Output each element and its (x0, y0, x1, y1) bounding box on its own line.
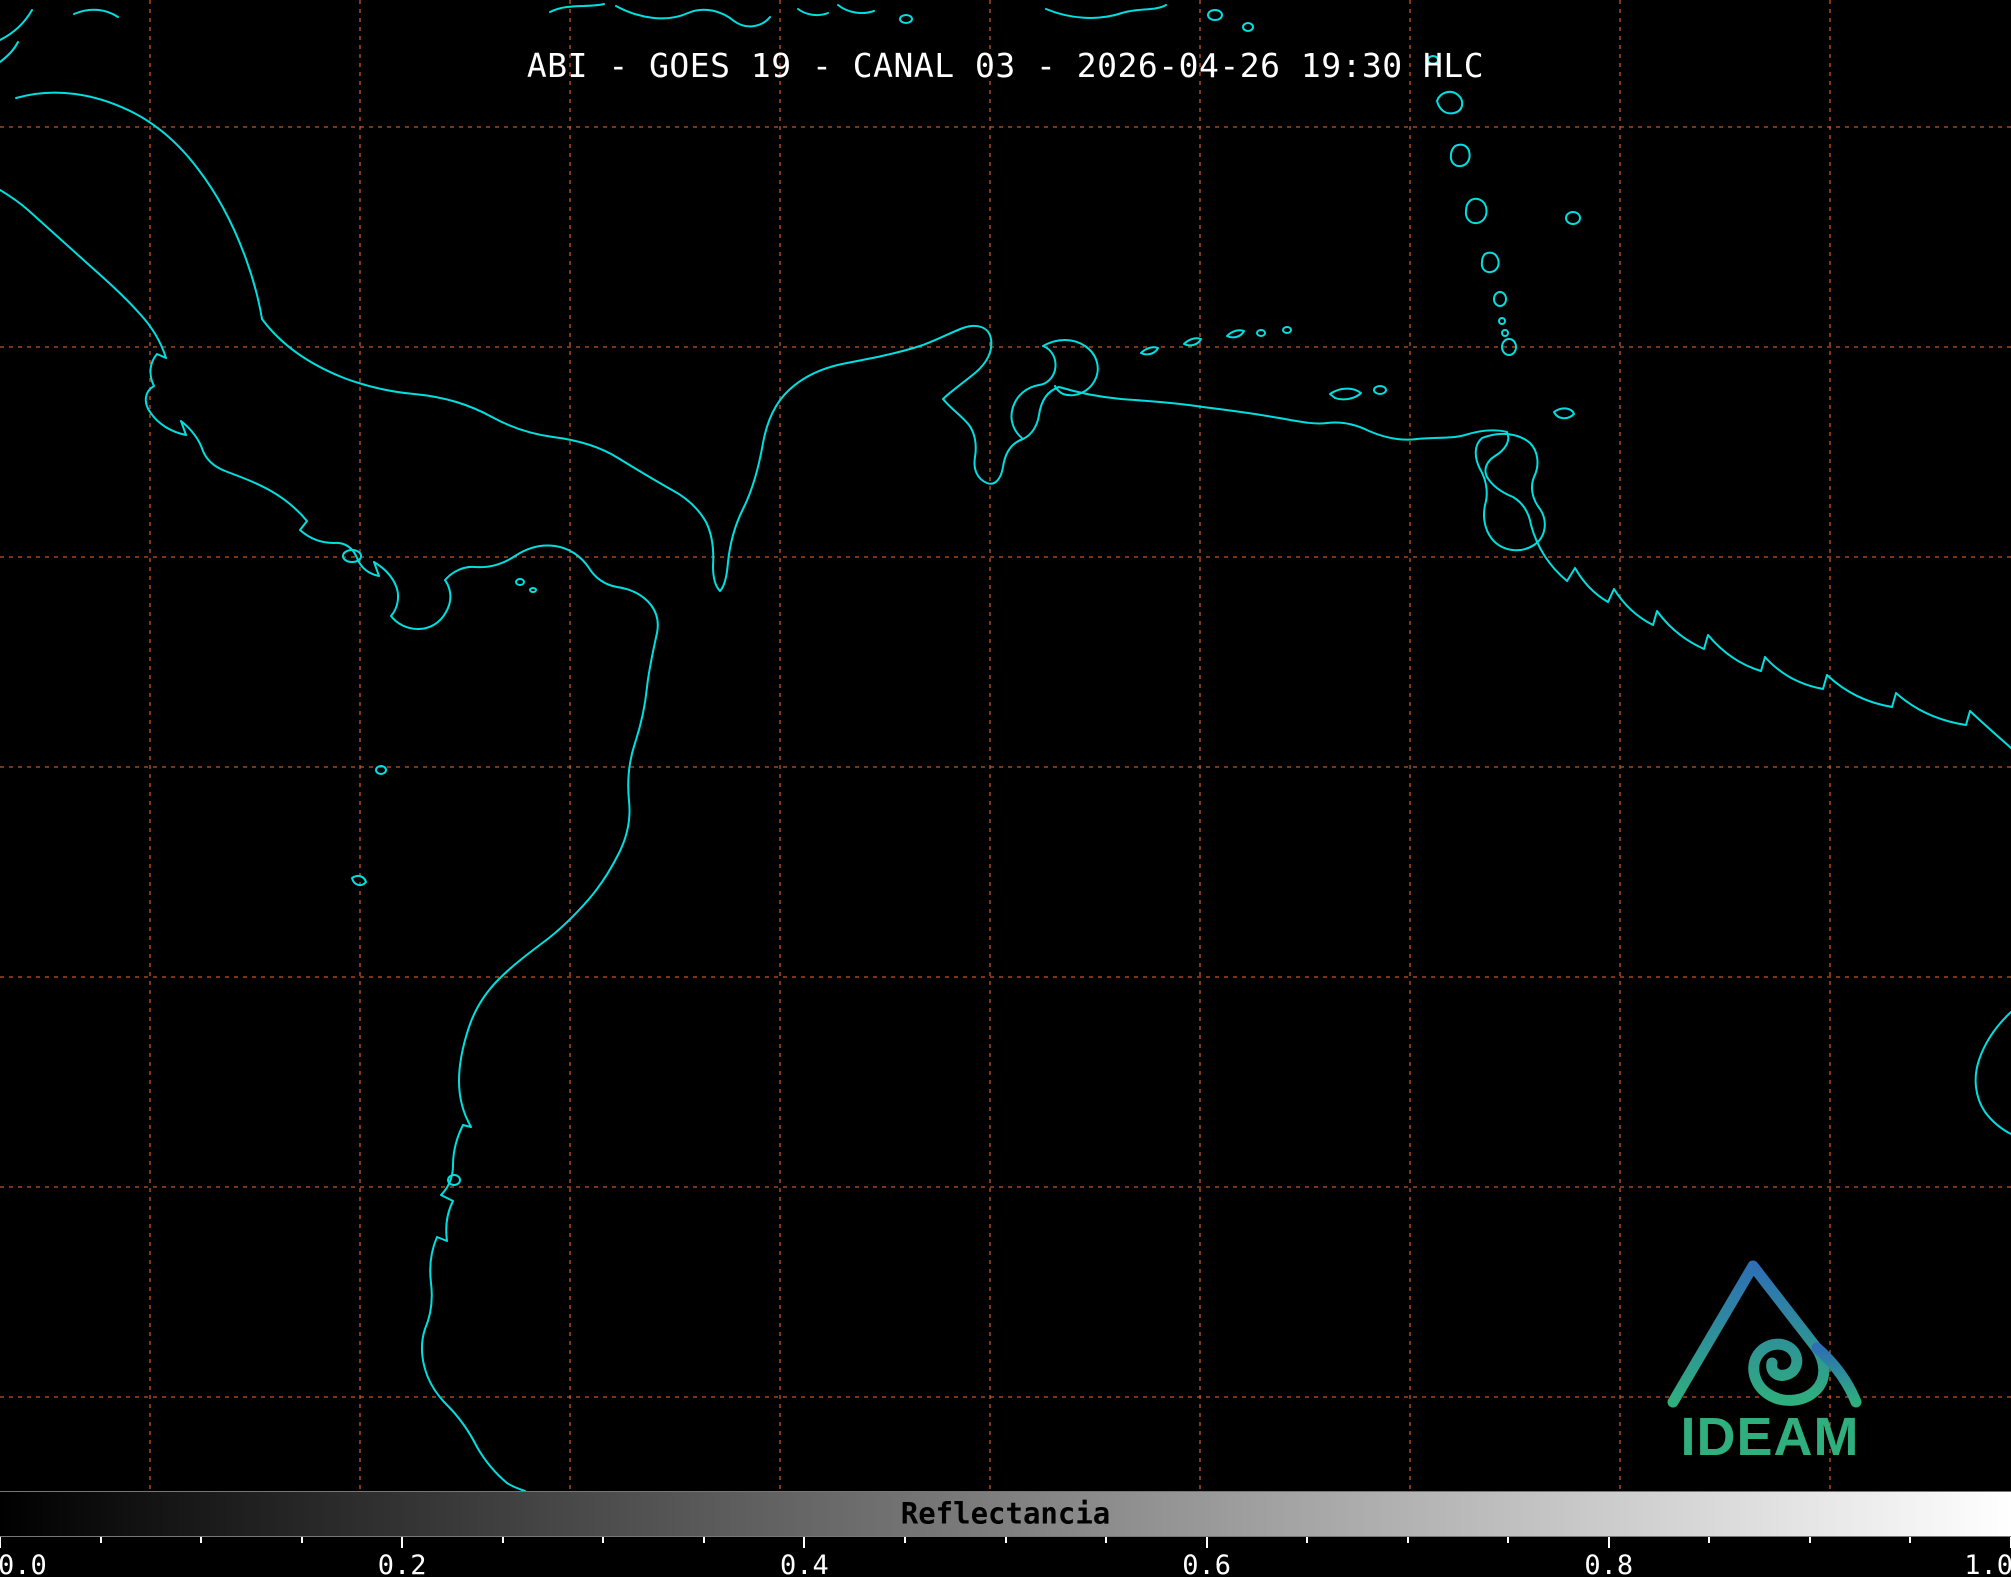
coastline-path (550, 4, 604, 12)
colorbar-minor-tick (703, 1537, 705, 1543)
coastline-path (74, 10, 118, 17)
coastline-path (900, 15, 912, 23)
coastline-path (838, 5, 874, 13)
colorbar-minor-tick (301, 1537, 303, 1543)
coastline-path (1482, 253, 1499, 273)
coastline-path (0, 10, 32, 40)
ideam-logo-glyph (1663, 1240, 1878, 1410)
colorbar: Reflectancia (0, 1491, 2011, 1537)
coastline-path (1184, 338, 1201, 345)
colorbar-minor-tick (1708, 1537, 1710, 1543)
coastline-path (1499, 318, 1505, 324)
coastline-path (1374, 386, 1386, 394)
colorbar-minor-tick (200, 1537, 202, 1543)
coastline-path (798, 9, 828, 15)
colorbar-minor-tick (602, 1537, 604, 1543)
colorbar-minor-tick (1407, 1537, 1409, 1543)
colorbar-minor-tick (1105, 1537, 1107, 1543)
colorbar-label: Reflectancia (901, 1496, 1111, 1530)
coastline-path (1451, 145, 1470, 166)
coastline-path (1227, 330, 1244, 337)
image-title: ABI - GOES 19 - CANAL 03 - 2026-04-26 19… (0, 46, 2011, 85)
colorbar-major-tick (401, 1537, 403, 1548)
ideam-wordmark: IDEAM (1681, 1410, 1860, 1464)
colorbar-minor-tick (1005, 1537, 1007, 1543)
coastline-path (530, 588, 536, 592)
coastline-path (1554, 408, 1574, 418)
coastline-path (1208, 10, 1222, 20)
colorbar-tick-label: 0.0 (0, 1550, 47, 1577)
ideam-logo: IDEAM (1648, 1240, 1892, 1464)
coastline-path (352, 876, 366, 885)
coastline-path (616, 6, 770, 26)
coastline-path (1330, 389, 1361, 400)
colorbar-tick-label: 0.2 (378, 1550, 427, 1577)
colorbar-major-tick (0, 1537, 1, 1548)
colorbar-minor-tick (1809, 1537, 1811, 1543)
colorbar-minor-tick (904, 1537, 906, 1543)
colorbar-minor-tick (1306, 1537, 1308, 1543)
colorbar-major-tick (1608, 1537, 1610, 1548)
coastline-path (1046, 5, 1166, 18)
coastline-path (516, 579, 524, 585)
colorbar-minor-tick (1507, 1537, 1509, 1543)
coastline-path (1566, 212, 1580, 224)
colorbar-minor-tick (1909, 1537, 1911, 1543)
coastline-path (1437, 92, 1462, 114)
coastline-path (1283, 327, 1291, 333)
logo-mountain-spiral (1673, 1266, 1824, 1402)
coastline-path (1243, 23, 1253, 31)
colorbar-major-tick (803, 1537, 805, 1548)
coastline-path (1494, 292, 1506, 306)
coastline-path (1976, 1012, 2011, 1134)
colorbar-major-tick (1206, 1537, 1208, 1548)
coastline-path (343, 550, 361, 562)
coastline-path (1466, 199, 1487, 223)
colorbar-tick-label: 0.4 (780, 1550, 829, 1577)
coastline-path (1257, 330, 1265, 336)
colorbar-minor-tick (502, 1537, 504, 1543)
coastline-path (1059, 387, 2011, 748)
satellite-image-viewport: ABI - GOES 19 - CANAL 03 - 2026-04-26 19… (0, 0, 2011, 1577)
coastline-path (1502, 330, 1508, 336)
coastline-path (16, 93, 1059, 591)
colorbar-axis: 0.0 0.2 0.4 0.6 0.8 1.0 (0, 1537, 2011, 1577)
coastline-path (1141, 347, 1158, 354)
colorbar-tick-label: 0.8 (1584, 1550, 1633, 1577)
colorbar-minor-tick (100, 1537, 102, 1543)
coastline-path (0, 190, 658, 1491)
colorbar-tick-label: 0.6 (1182, 1550, 1231, 1577)
colorbar-tick-label: 1.0 (1964, 1550, 2011, 1577)
